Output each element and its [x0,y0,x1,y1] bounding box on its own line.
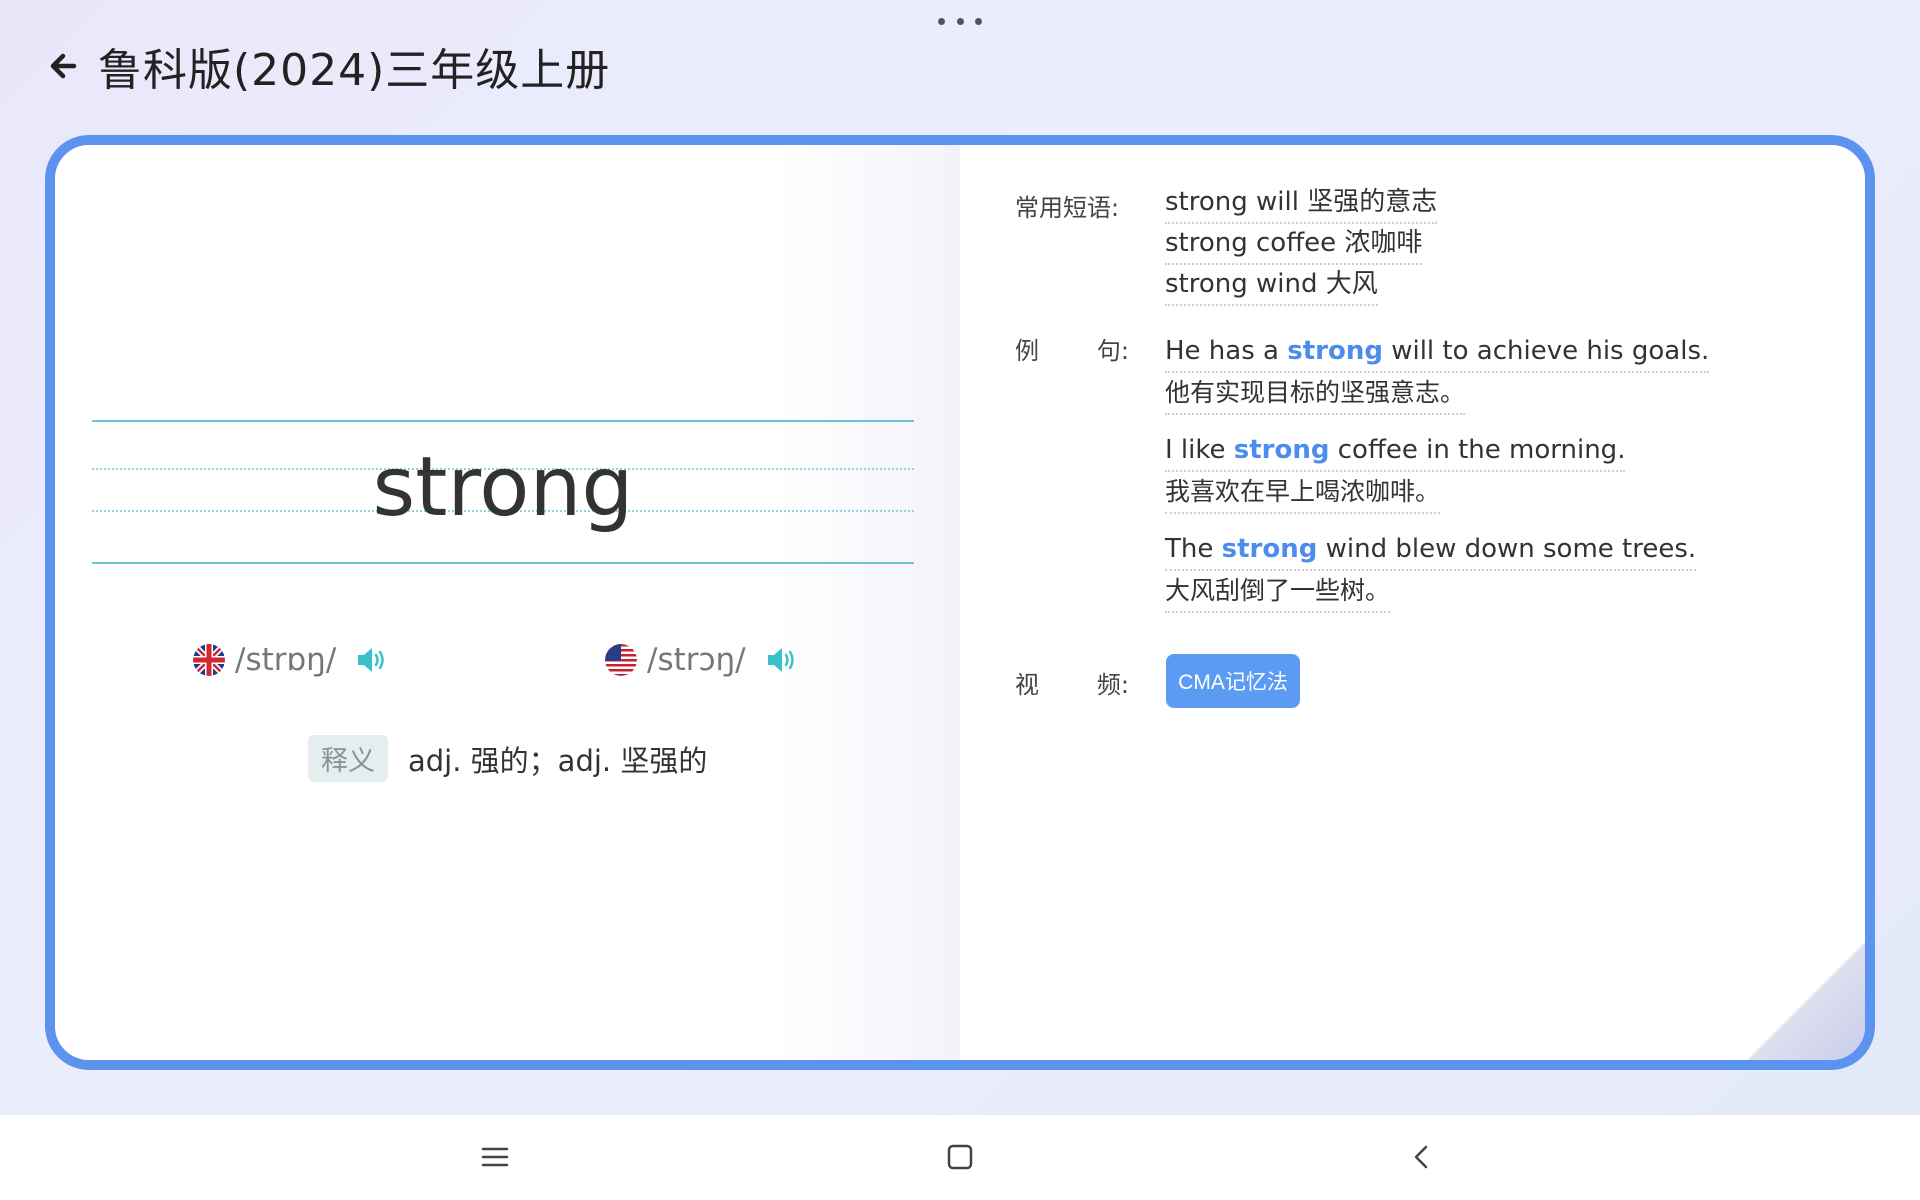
meaning-text: adj. 强的；adj. 坚强的 [408,743,708,778]
uk-pronunciation: /strɒŋ/ [193,635,388,685]
meaning-row: 释义 adj. 强的；adj. 坚强的 [308,735,707,782]
phrase-item: strong will 坚强的意志 [1165,183,1438,224]
example-chinese: 他有实现目标的坚强意志。 [1165,373,1466,415]
example-chinese: 大风刮倒了一些树。 [1165,571,1391,613]
example-english: He has a strong will to achieve his goal… [1165,331,1710,373]
speaker-icon[interactable] [764,643,798,677]
highlight-word: strong [1233,435,1330,465]
example-list: He has a strong will to achieve his goal… [1165,331,1710,628]
uk-phonetic: /strɒŋ/ [235,642,337,678]
meaning-tag: 释义 [308,735,388,782]
uk-flag-icon [193,644,225,676]
example-english: I like strong coffee in the morning. [1165,430,1626,472]
example-item: I like strong coffee in the morning. 我喜欢… [1165,430,1709,514]
example-item: The strong wind blew down some trees. 大风… [1165,529,1709,613]
us-pronunciation: /strɔŋ/ [605,635,798,685]
more-options-icon[interactable] [938,14,982,28]
highlight-word: strong [1287,336,1383,366]
back-icon[interactable] [1404,1139,1440,1175]
highlight-word: strong [1221,534,1318,564]
us-flag-icon [605,644,637,676]
word-pane: strong /strɒŋ/ /strɔŋ/ 释义 adj. 强的；adj. 坚… [55,145,960,1060]
home-icon[interactable] [942,1139,978,1175]
vocab-word: strong [372,440,634,535]
header: 鲁科版(2024)三年级上册 [44,36,610,96]
speaker-icon[interactable] [354,643,388,677]
page-title: 鲁科版(2024)三年级上册 [98,45,611,96]
example-item: He has a strong will to achieve his goal… [1165,331,1710,415]
phrases-label: 常用短语: [1015,194,1120,222]
example-english: The strong wind blew down some trees. [1165,529,1697,571]
video-label: 视 频: [1015,671,1129,699]
phrase-list: strong will 坚强的意志 strong coffee 浓咖啡 stro… [1165,183,1438,306]
video-button[interactable]: CMA记忆法 [1166,654,1300,708]
system-nav-bar [0,1115,1920,1200]
menu-icon[interactable] [477,1139,513,1175]
writing-lines: strong [92,420,914,565]
details-pane: 常用短语: strong will 坚强的意志 strong coffee 浓咖… [960,145,1865,1060]
page-curl [1745,940,1865,1060]
word-card: strong /strɒŋ/ /strɔŋ/ 释义 adj. 强的；adj. 坚… [45,135,1875,1070]
us-phonetic: /strɔŋ/ [647,642,746,678]
examples-label: 例 句: [1015,337,1129,365]
example-chinese: 我喜欢在早上喝浓咖啡。 [1165,472,1441,514]
phrase-item: strong wind 大风 [1165,265,1378,306]
phrase-item: strong coffee 浓咖啡 [1165,224,1423,265]
back-arrow-icon[interactable] [44,45,86,87]
